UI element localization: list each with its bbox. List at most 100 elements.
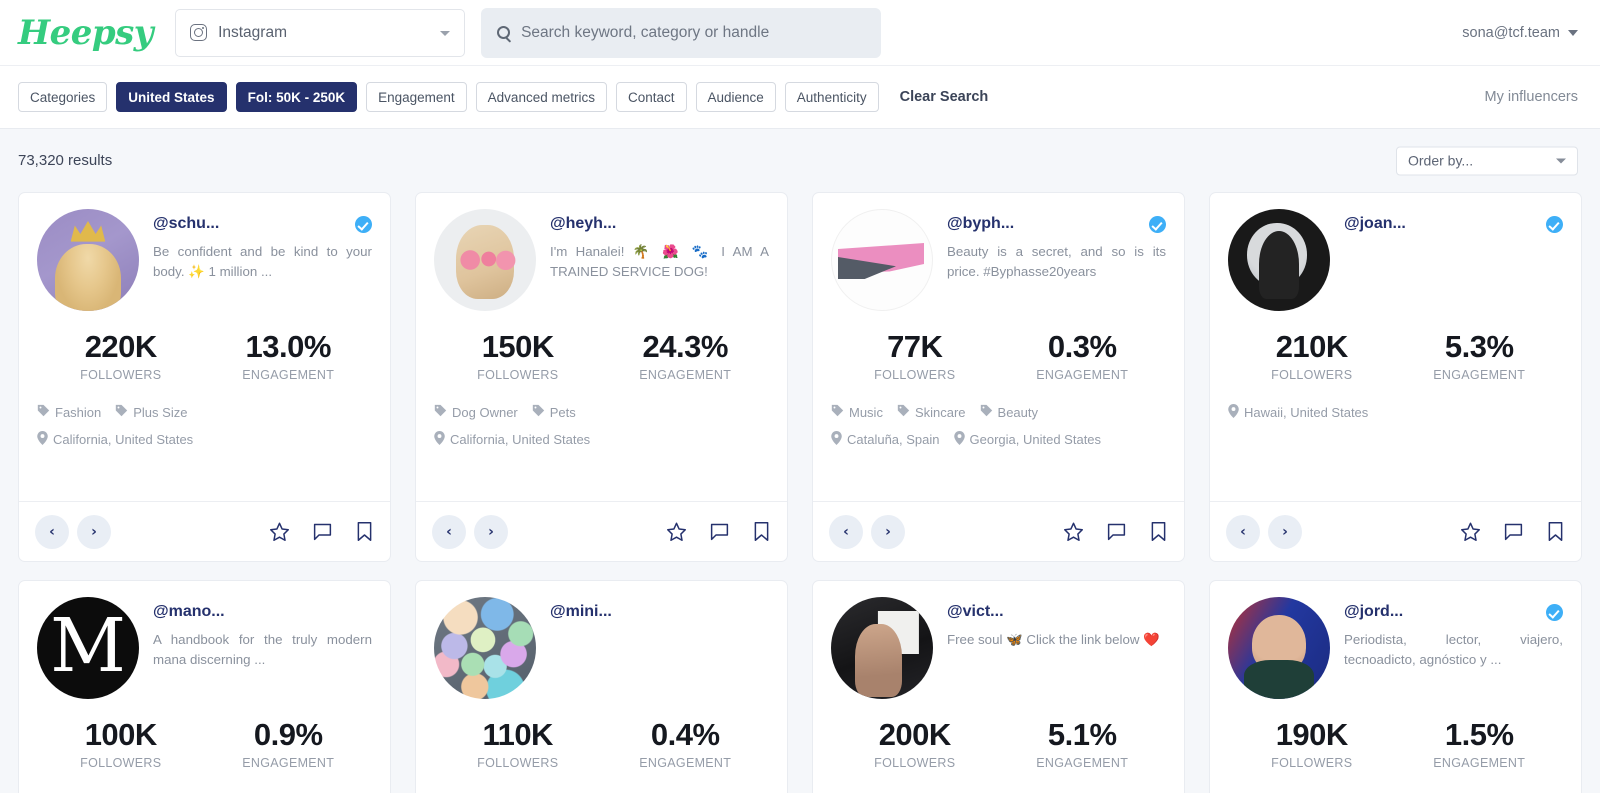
followers-label: FOLLOWERS: [1271, 368, 1353, 382]
influencer-handle[interactable]: @byph...: [947, 215, 1014, 233]
search-input[interactable]: [521, 23, 866, 42]
filter-chip-audience[interactable]: Audience: [695, 82, 776, 112]
influencer-handle[interactable]: @jord...: [1344, 603, 1403, 621]
bookmark-icon[interactable]: [1149, 521, 1168, 542]
tag-icon: [434, 404, 447, 420]
prev-button[interactable]: ‹: [35, 514, 69, 549]
influencer-card[interactable]: @jord... Periodista, lector, viajero, tec…: [1209, 580, 1582, 793]
followers-label: FOLLOWERS: [477, 756, 559, 770]
location-pin-icon: [953, 431, 965, 448]
comment-icon[interactable]: [312, 521, 333, 542]
search-box[interactable]: [481, 7, 882, 58]
location-pin-icon: [434, 431, 445, 448]
next-button[interactable]: ›: [474, 514, 508, 549]
card-footer: ‹ ›: [813, 501, 1184, 561]
card-body: M @mano... A handbook for the truly modern…: [19, 581, 390, 793]
chevron-down-icon: [440, 30, 451, 36]
category-tag[interactable]: Pets: [532, 404, 576, 420]
star-icon[interactable]: [1063, 521, 1084, 542]
avatar[interactable]: [831, 209, 933, 311]
filter-chip-contact[interactable]: Contact: [615, 82, 687, 112]
influencer-card[interactable]: @byph... Beauty is a secret, and so is it…: [812, 192, 1185, 562]
followers-stat: 200K FOLLOWERS: [831, 717, 999, 770]
category-tag[interactable]: Music: [831, 404, 883, 420]
influencer-handle[interactable]: @schu...: [153, 215, 219, 233]
avatar[interactable]: [831, 597, 933, 699]
category-tag[interactable]: Skincare: [897, 404, 966, 420]
location-label: Georgia, United States: [969, 432, 1102, 447]
influencer-handle[interactable]: @mini...: [550, 603, 612, 621]
card-stats: 210K FOLLOWERS 5.3% ENGAGEMENT: [1228, 329, 1563, 382]
filter-chip-authenticity[interactable]: Authenticity: [784, 82, 879, 112]
avatar[interactable]: [1228, 209, 1330, 311]
location-pin-icon: [37, 431, 48, 448]
engagement-label: ENGAGEMENT: [1036, 368, 1129, 382]
avatar[interactable]: [434, 209, 536, 311]
category-tag[interactable]: Fashion: [37, 404, 101, 420]
platform-select-label: Instagram: [218, 23, 287, 41]
influencer-handle[interactable]: @vict...: [947, 603, 1004, 621]
influencer-card[interactable]: @joan... 210K FOLLOWERS 5.3% ENGAGEMENT Hawai…: [1209, 192, 1582, 562]
heepsy-logo[interactable]: Heepsy: [18, 13, 154, 53]
influencer-handle[interactable]: @joan...: [1344, 215, 1406, 233]
influencer-card[interactable]: @mini...110KFOLLOWERS0.4%ENGAGEMENT‹›: [415, 580, 788, 793]
category-tag[interactable]: Plus Size: [115, 404, 187, 420]
location-pin-icon: [434, 431, 445, 445]
clear-search-button[interactable]: Clear Search: [900, 89, 989, 105]
bookmark-icon[interactable]: [1546, 521, 1565, 542]
location: California, United States: [434, 431, 590, 448]
influencer-handle[interactable]: @mano...: [153, 603, 225, 621]
tag-icon: [116, 404, 128, 417]
engagement-value: 24.3%: [642, 329, 729, 364]
avatar[interactable]: [37, 209, 139, 311]
influencer-card[interactable]: M @mano... A handbook for the truly modern…: [18, 580, 391, 793]
star-icon[interactable]: [269, 521, 290, 542]
next-button[interactable]: ›: [77, 514, 111, 549]
avatar[interactable]: M: [37, 597, 139, 699]
star-icon[interactable]: [666, 521, 687, 542]
engagement-value: 0.4%: [650, 717, 720, 752]
filter-chip-engagement[interactable]: Engagement: [366, 82, 467, 112]
followers-value: 100K: [84, 717, 158, 752]
comment-icon[interactable]: [1503, 521, 1524, 542]
card-body: @vict... Free soul 🦋 Click the link below…: [813, 581, 1184, 793]
card-header-text: @mini...: [550, 597, 769, 699]
filter-chip-united-states[interactable]: United States: [116, 82, 227, 112]
category-tag[interactable]: Dog Owner: [434, 404, 518, 420]
handle-row: @byph...: [947, 215, 1166, 233]
engagement-label: ENGAGEMENT: [242, 368, 335, 382]
bookmark-icon[interactable]: [355, 521, 374, 542]
my-influencers-link[interactable]: My influencers: [1485, 89, 1578, 105]
prev-button[interactable]: ‹: [829, 514, 863, 549]
avatar[interactable]: [434, 597, 536, 699]
prev-button[interactable]: ‹: [432, 514, 466, 549]
comment-icon[interactable]: [1106, 521, 1127, 542]
next-button[interactable]: ›: [871, 514, 905, 549]
next-button[interactable]: ›: [1268, 514, 1302, 549]
card-meta: Hawaii, United States: [1228, 404, 1563, 421]
influencer-card[interactable]: @schu... Be confident and be kind to your…: [18, 192, 391, 562]
influencer-card[interactable]: @heyh... I'm Hanalei! 🌴 🌺 🐾 I AM A TRAINE…: [415, 192, 788, 562]
avatar[interactable]: [1228, 597, 1330, 699]
comment-icon[interactable]: [709, 521, 730, 542]
filter-chip-fol-50k-250k[interactable]: Fol: 50K - 250K: [235, 82, 358, 112]
tag-icon: [37, 404, 50, 417]
verified-badge-icon: [1546, 215, 1563, 233]
star-icon[interactable]: [1460, 521, 1481, 542]
card-stats: 150K FOLLOWERS 24.3% ENGAGEMENT: [434, 329, 769, 382]
location-pin-icon: [37, 431, 48, 445]
account-menu[interactable]: sona@tcf.team: [1462, 25, 1578, 41]
prev-button[interactable]: ‹: [1226, 514, 1260, 549]
category-tag[interactable]: Beauty: [980, 404, 1038, 420]
order-by-select[interactable]: Order by...: [1396, 146, 1578, 175]
filter-chip-categories[interactable]: Categories: [18, 82, 108, 112]
location-label: California, United States: [53, 432, 194, 447]
engagement-value: 0.3%: [1047, 329, 1117, 364]
location-row: California, United States: [434, 431, 769, 448]
influencer-card[interactable]: @vict... Free soul 🦋 Click the link below…: [812, 580, 1185, 793]
platform-select[interactable]: Instagram: [175, 8, 466, 57]
filter-chip-advanced-metrics[interactable]: Advanced metrics: [475, 82, 607, 112]
tag-icon: [831, 404, 844, 417]
influencer-handle[interactable]: @heyh...: [550, 215, 616, 233]
bookmark-icon[interactable]: [752, 521, 771, 542]
